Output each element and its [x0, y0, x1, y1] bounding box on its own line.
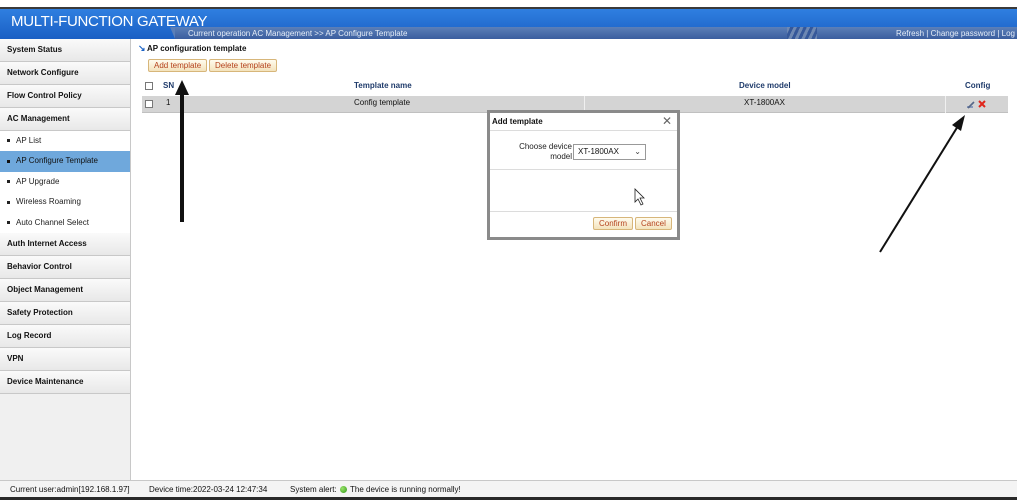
menu-auth-internet-access[interactable]: Auth Internet Access: [0, 232, 130, 256]
dialog-title: Add template: [492, 117, 543, 126]
row-checkbox[interactable]: [145, 100, 153, 108]
delete-template-button[interactable]: Delete template: [209, 59, 278, 72]
chevron-down-icon: ⌄: [634, 147, 641, 156]
delete-icon[interactable]: [977, 99, 987, 109]
bullet-icon: [7, 159, 10, 163]
current-user: Current user:admin[192.168.1.97]: [10, 485, 130, 494]
app-header: MULTI-FUNCTION GATEWAY Current operation…: [0, 7, 1017, 41]
breadcrumb: Current operation AC Management >> AP Co…: [188, 29, 408, 38]
cell-device-model: XT-1800AX: [744, 98, 785, 107]
bullet-icon: [7, 139, 10, 143]
logout-link[interactable]: Log: [1002, 29, 1015, 38]
menu-ac-management[interactable]: AC Management: [0, 108, 130, 131]
sidebar-item-label: Auto Channel Select: [16, 217, 89, 227]
sidebar-item-ap-configure-template[interactable]: AP Configure Template: [0, 151, 130, 172]
header-sn: SN: [163, 81, 175, 90]
device-model-select[interactable]: XT-1800AX ⌄: [573, 144, 646, 160]
bullet-icon: [7, 220, 10, 224]
device-model-value: XT-1800AX: [578, 147, 619, 156]
cell-sn: 1: [166, 98, 171, 107]
cell-template-name: Config template: [354, 98, 411, 107]
cancel-button[interactable]: Cancel: [635, 217, 672, 230]
menu-flow-control-policy[interactable]: Flow Control Policy: [0, 85, 130, 108]
menu-device-maintenance[interactable]: Device Maintenance: [0, 370, 130, 394]
page-title: ↘AP configuration template: [138, 43, 246, 53]
main-content: ↘AP configuration template Add template …: [135, 39, 1017, 480]
sidebar-item-auto-channel-select[interactable]: Auto Channel Select: [0, 212, 130, 233]
status-ok-icon: [339, 486, 347, 494]
menu-network-configure[interactable]: Network Configure: [0, 62, 130, 85]
add-template-button[interactable]: Add template: [148, 59, 208, 72]
menu-behavior-control[interactable]: Behavior Control: [0, 255, 130, 279]
bullet-icon: [7, 180, 10, 184]
header-template-name: Template name: [354, 81, 412, 90]
menu-vpn[interactable]: VPN: [0, 347, 130, 371]
sidebar-item-label: AP Configure Template: [16, 156, 98, 166]
sidebar-item-ap-upgrade[interactable]: AP Upgrade: [0, 171, 130, 193]
dialog-divider: [490, 130, 677, 131]
page-title-text: AP configuration template: [147, 44, 247, 53]
table-header: SN Template name Device model Config: [142, 79, 1008, 93]
dialog-divider: [490, 169, 677, 170]
refresh-link[interactable]: Refresh: [896, 29, 924, 38]
menu-log-record[interactable]: Log Record: [0, 324, 130, 348]
device-time: Device time:2022-03-24 12:47:34: [149, 485, 268, 494]
sidebar: System Status Network Configure Flow Con…: [0, 39, 131, 480]
column-divider: [945, 96, 946, 113]
header-links: Refresh | Change password | Log: [896, 29, 1015, 38]
menu-system-status[interactable]: System Status: [0, 39, 130, 62]
add-template-dialog: Add template ✕ Choose device model XT-18…: [487, 110, 680, 240]
system-alert-text: The device is running normally!: [350, 485, 461, 494]
header-config: Config: [965, 81, 991, 90]
header-device-model: Device model: [739, 81, 791, 90]
select-all-checkbox[interactable]: [145, 82, 153, 90]
menu-object-management[interactable]: Object Management: [0, 278, 130, 302]
sidebar-item-label: Wireless Roaming: [16, 197, 81, 207]
change-password-link[interactable]: Change password: [931, 29, 995, 38]
dialog-divider: [490, 211, 677, 212]
menu-safety-protection[interactable]: Safety Protection: [0, 301, 130, 325]
confirm-button[interactable]: Confirm: [593, 217, 634, 230]
close-icon[interactable]: ✕: [662, 114, 672, 128]
bullet-icon: [7, 200, 10, 204]
sidebar-item-ap-list[interactable]: AP List: [0, 131, 130, 152]
sidebar-item-label: AP List: [16, 136, 42, 145]
system-alert: System alert: The device is running norm…: [290, 485, 461, 494]
sidebar-item-wireless-roaming[interactable]: Wireless Roaming: [0, 192, 130, 213]
system-alert-label: System alert:: [290, 485, 337, 494]
arrow-icon: ↘: [138, 43, 146, 53]
choose-device-model-label: Choose device model: [519, 142, 572, 161]
sidebar-item-label: AP Upgrade: [16, 176, 60, 186]
top-border: [0, 0, 1017, 7]
